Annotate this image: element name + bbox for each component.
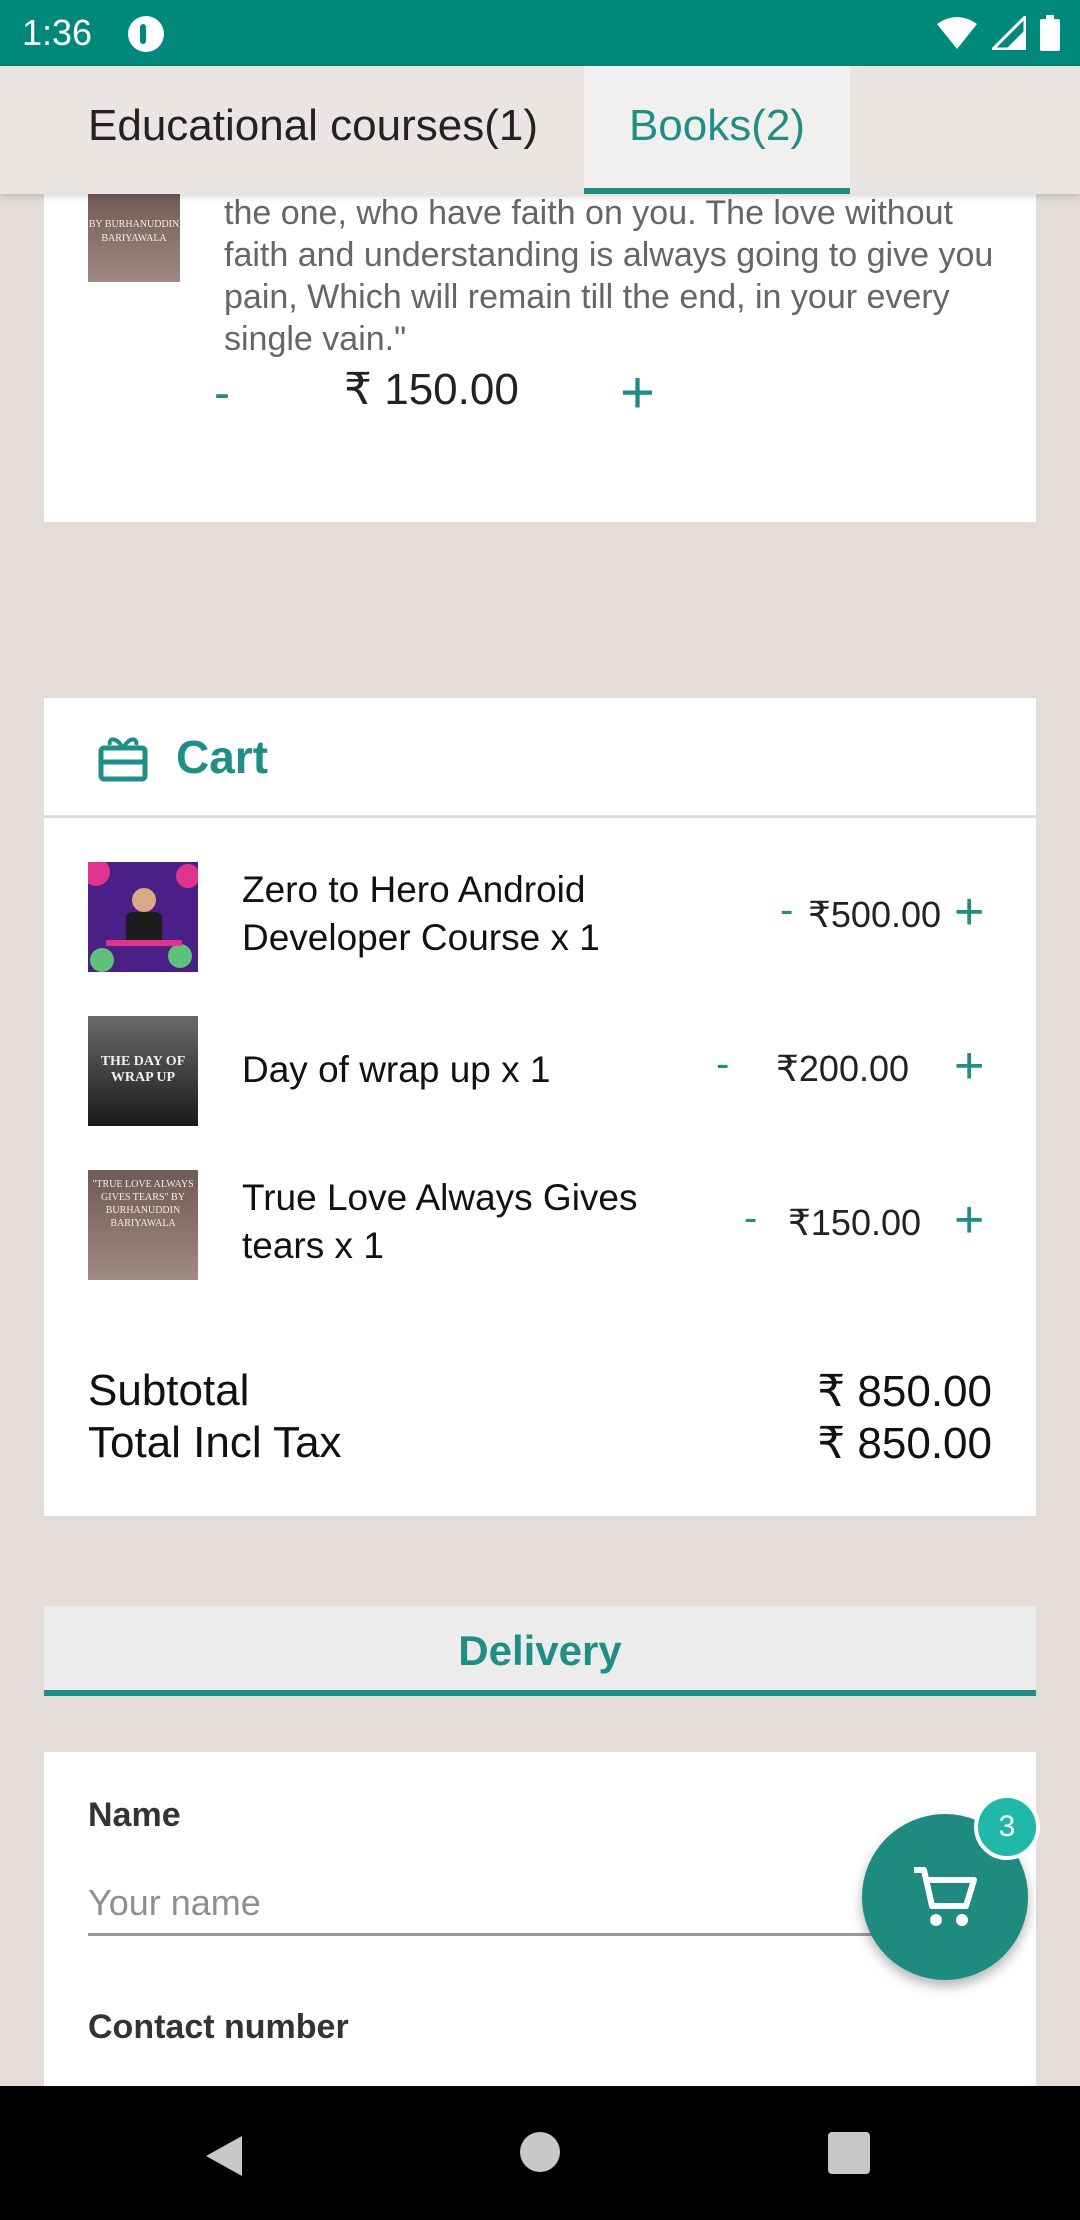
book-increase-button[interactable]: + [620, 358, 655, 427]
recent-apps-icon[interactable] [828, 2132, 870, 2174]
cart-item-decrease-button[interactable]: - [744, 1196, 757, 1241]
cart-item: Zero to Hero Android Developer Course x … [44, 862, 1036, 972]
total-label: Total Incl Tax [88, 1418, 342, 1467]
cart-item-name: Day of wrap up x 1 [242, 1049, 551, 1090]
course-thumbnail [88, 862, 198, 972]
battery-icon [1040, 15, 1060, 51]
cart-item-name: True Love Always Gives tears x 1 [242, 1177, 638, 1266]
cart-item-decrease-button[interactable]: - [780, 888, 793, 933]
book-thumbnail-text: "TRUE LOVE ALWAYS GIVES TEARS" BY BURHAN… [92, 1179, 194, 1229]
cart-item-increase-button[interactable]: + [954, 882, 984, 942]
cart-item-price: ₹200.00 [776, 1048, 910, 1089]
book-decrease-button[interactable]: - [214, 366, 230, 421]
status-time: 1:36 [22, 12, 93, 53]
back-icon[interactable] [204, 2134, 244, 2178]
book-description: the one, who have faith on you. The love… [224, 194, 994, 358]
total-value: ₹ 850.00 [817, 1419, 992, 1468]
app-notification-icon [128, 16, 164, 52]
tab-delivery[interactable]: Delivery [44, 1606, 1036, 1696]
home-icon[interactable] [520, 2132, 560, 2172]
wifi-icon [937, 17, 977, 49]
book-thumbnail-text: THE DAY OF WRAP UP [100, 1054, 186, 1085]
cart-icon [914, 1867, 977, 1926]
book-price: ₹ 150.00 [344, 365, 519, 414]
cart-title: Cart [176, 731, 269, 783]
cart-item-price: ₹500.00 [808, 894, 942, 935]
contact-number-label: Contact number [88, 2008, 349, 2046]
category-tabs: Educational courses(1) Books(2) [0, 66, 1080, 194]
book-thumbnail: "TRUE LOVE ALWAYS GIVES TEARS" BY BURHAN… [88, 1170, 198, 1280]
subtotal-value: ₹ 850.00 [817, 1367, 992, 1416]
cart-item-name: Zero to Hero Android Developer Course x … [242, 869, 600, 958]
cart-item-increase-button[interactable]: + [954, 1190, 984, 1250]
book-card: BY BURHANUDDIN BARIYAWALA the one, who h… [44, 194, 1036, 522]
book-thumbnail: THE DAY OF WRAP UP [88, 1016, 198, 1126]
cart-item-increase-button[interactable]: + [954, 1036, 984, 1096]
cart-item: THE DAY OF WRAP UP Day of wrap up x 1 - … [44, 1016, 1036, 1126]
course-thumbnail-art [88, 862, 198, 972]
cart-item-price: ₹150.00 [788, 1202, 922, 1243]
cart-count-badge: 3 [974, 1794, 1040, 1860]
name-label: Name [88, 1796, 181, 1834]
tab-educational-courses[interactable]: Educational courses(1) [88, 66, 538, 194]
status-bar: 1:36 [0, 0, 1080, 66]
system-icons [936, 14, 1060, 52]
cart-item: "TRUE LOVE ALWAYS GIVES TEARS" BY BURHAN… [44, 1170, 1036, 1280]
name-input[interactable] [88, 1872, 938, 1936]
tab-books[interactable]: Books(2) [584, 66, 850, 194]
signal-icon [992, 16, 1026, 50]
book-thumbnail-text: BY BURHANUDDIN BARIYAWALA [88, 219, 180, 244]
gift-icon [98, 737, 148, 782]
subtotal-label: Subtotal [88, 1366, 250, 1415]
system-navigation-bar [0, 2086, 1080, 2220]
book-thumbnail[interactable]: BY BURHANUDDIN BARIYAWALA [88, 194, 180, 282]
cart-item-decrease-button[interactable]: - [716, 1042, 729, 1087]
cart-header: Cart [44, 698, 1036, 818]
cart-card: Cart Zero to Hero Android Developer Cour… [44, 698, 1036, 1516]
